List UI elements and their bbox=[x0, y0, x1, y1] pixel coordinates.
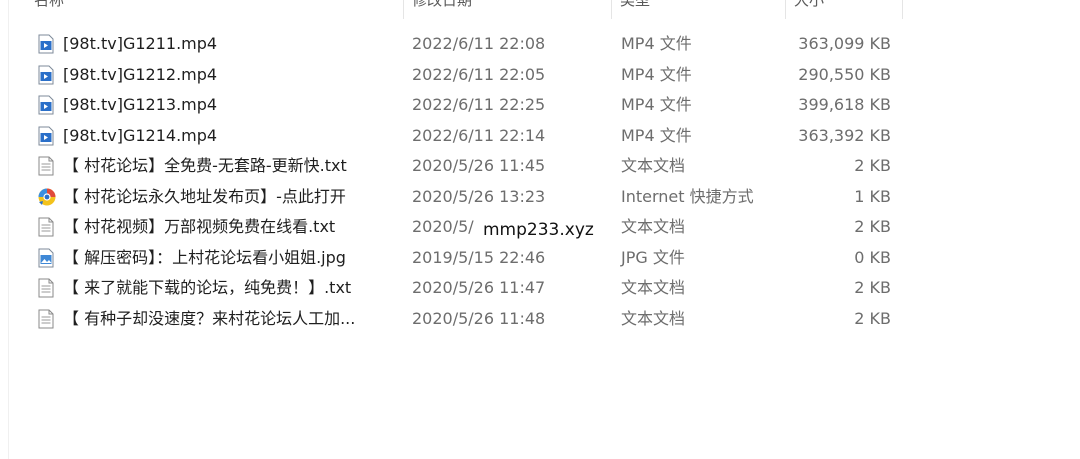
text-file-icon bbox=[37, 156, 55, 176]
file-date-modified: 2020/5/26 11:45 bbox=[412, 156, 546, 175]
file-explorer-window: 名称 修改日期 类型 大小 [98t.tv]G1211.mp4 2022/6/11… bbox=[0, 0, 1080, 459]
file-type: Internet 快捷方式 bbox=[621, 186, 754, 206]
file-date-modified: 2020/5/26 13:23 bbox=[412, 186, 546, 206]
file-row[interactable]: 【 村花论坛】全免费-无套路-更新快.txt 2020/5/26 11:45 文本文… bbox=[0, 151, 905, 182]
text-file-icon bbox=[37, 217, 55, 237]
file-date-modified: 2020/5/ bbox=[412, 217, 474, 236]
file-row[interactable]: 【 有种子却没速度？来村花论坛人工加... 2020/5/26 11:48 文本文档… bbox=[0, 304, 905, 335]
file-size: 363,099 KB bbox=[798, 34, 891, 53]
file-date-modified: 2022/6/11 22:25 bbox=[412, 95, 546, 114]
file-name: [98t.tv]G1214.mp4 bbox=[63, 125, 218, 145]
file-size: 1 KB bbox=[854, 186, 891, 206]
file-row[interactable]: 【 村花论坛永久地址发布页】-点此打开 2020/5/26 13:23 Intern… bbox=[0, 182, 905, 213]
file-name: 【 有种子却没速度？来村花论坛人工加... bbox=[63, 308, 356, 328]
watermark-overlay-text: mmp233.xyz bbox=[481, 220, 596, 240]
file-type: MP4 文件 bbox=[621, 125, 692, 145]
column-header-date-modified[interactable]: 修改日期 bbox=[404, 0, 612, 19]
file-date-modified: 2020/5/26 11:48 bbox=[412, 308, 546, 328]
file-row[interactable]: [98t.tv]G1214.mp4 2022/6/11 22:14 MP4 文件 36… bbox=[0, 121, 905, 152]
file-type: 文本文档 bbox=[621, 217, 686, 236]
file-row[interactable]: [98t.tv]G1213.mp4 2022/6/11 22:25 MP4 文件 39… bbox=[0, 90, 905, 121]
file-size: 399,618 KB bbox=[798, 95, 891, 114]
file-type: 文本文档 bbox=[621, 278, 686, 297]
video-file-icon bbox=[37, 126, 55, 146]
file-size: 2 KB bbox=[854, 217, 891, 236]
column-header-name[interactable]: 名称 bbox=[30, 0, 404, 19]
file-name: 【 村花论坛】全免费-无套路-更新快.txt bbox=[63, 156, 347, 175]
file-date-modified: 2022/6/11 22:08 bbox=[412, 34, 546, 53]
column-header-row: 名称 修改日期 类型 大小 bbox=[0, 0, 905, 19]
file-size: 2 KB bbox=[854, 308, 891, 328]
file-date-modified: 2022/6/11 22:05 bbox=[412, 64, 546, 84]
file-type: MP4 文件 bbox=[621, 95, 692, 114]
text-file-icon bbox=[37, 309, 55, 329]
file-size: 2 KB bbox=[854, 156, 891, 175]
text-file-icon bbox=[37, 278, 55, 298]
file-date-modified: 2022/6/11 22:14 bbox=[412, 125, 546, 145]
file-name: 【 解压密码】：上村花论坛看小姐姐.jpg bbox=[63, 247, 346, 267]
file-row[interactable]: 【 村花视频】万部视频免费在线看.txt 2020/5/文本文档 2 KB bbox=[0, 212, 905, 243]
file-type: MP4 文件 bbox=[621, 34, 692, 53]
video-file-icon bbox=[37, 95, 55, 115]
file-name: [98t.tv]G1213.mp4 bbox=[63, 95, 218, 114]
file-row[interactable]: 【 解压密码】：上村花论坛看小姐姐.jpg 2019/5/15 22:46 JPG … bbox=[0, 243, 905, 274]
file-name: 【 来了就能下载的论坛，纯免费！】.txt bbox=[63, 278, 352, 297]
file-date-modified: 2020/5/26 11:47 bbox=[412, 278, 546, 297]
image-file-icon bbox=[37, 248, 55, 268]
file-size: 290,550 KB bbox=[798, 64, 891, 84]
column-header-type[interactable]: 类型 bbox=[612, 0, 786, 19]
video-file-icon bbox=[37, 34, 55, 54]
file-name: 【 村花视频】万部视频免费在线看.txt bbox=[63, 217, 336, 236]
file-name: [98t.tv]G1211.mp4 bbox=[63, 34, 218, 53]
file-type: MP4 文件 bbox=[621, 64, 692, 84]
internet-shortcut-icon bbox=[37, 187, 56, 207]
file-size: 2 KB bbox=[854, 278, 891, 297]
file-type: JPG 文件 bbox=[621, 247, 685, 267]
file-row[interactable]: [98t.tv]G1211.mp4 2022/6/11 22:08 MP4 文件 36… bbox=[0, 29, 905, 60]
column-header-size[interactable]: 大小 bbox=[786, 0, 903, 19]
file-list: [98t.tv]G1211.mp4 2022/6/11 22:08 MP4 文件 36… bbox=[0, 29, 905, 334]
file-row[interactable]: 【 来了就能下载的论坛，纯免费！】.txt 2020/5/26 11:47 文本文档… bbox=[0, 273, 905, 304]
file-type: 文本文档 bbox=[621, 308, 686, 328]
file-name: 【 村花论坛永久地址发布页】-点此打开 bbox=[63, 186, 346, 206]
file-date-modified: 2019/5/15 22:46 bbox=[412, 247, 546, 267]
file-name: [98t.tv]G1212.mp4 bbox=[63, 64, 218, 84]
file-size: 0 KB bbox=[854, 247, 891, 267]
file-row[interactable]: [98t.tv]G1212.mp4 2022/6/11 22:05 MP4 文件 29… bbox=[0, 60, 905, 91]
video-file-icon bbox=[37, 65, 55, 85]
file-size: 363,392 KB bbox=[798, 125, 891, 145]
file-type: 文本文档 bbox=[621, 156, 686, 175]
